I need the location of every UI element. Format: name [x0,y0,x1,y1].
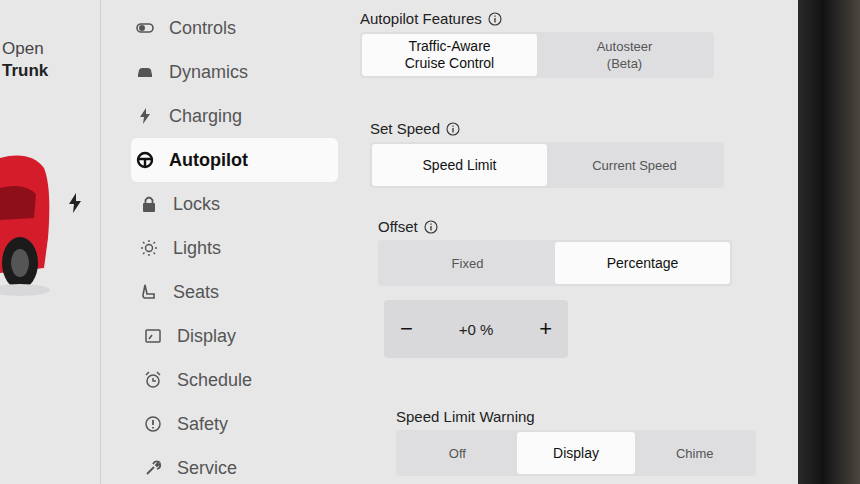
segmented-control: Speed LimitCurrent Speed [370,142,724,188]
offset-value: +0 % [459,321,494,338]
sidebar-item[interactable]: Seats [131,270,338,314]
segmented-control: FixedPercentage [378,240,732,286]
sidebar-label: Schedule [177,370,252,391]
display-icon [143,326,163,346]
sidebar-label: Lights [173,238,221,259]
sun-icon [139,238,159,258]
decrease-button[interactable]: − [394,316,419,342]
setting-section: Autopilot Features Traffic-AwareCruise Co… [360,10,778,78]
sidebar-label: Service [177,458,237,479]
bolt-icon [135,106,155,126]
segmented-control: Traffic-AwareCruise ControlAutosteer(Bet… [360,32,714,78]
car-icon [135,62,155,82]
segment-option[interactable]: Off [398,432,517,474]
sidebar: Controls Dynamics Charging Autopilot Locks Li… [100,0,346,484]
segment-option[interactable]: Fixed [380,242,555,284]
sidebar-item[interactable]: Controls [131,6,338,50]
sidebar-label: Seats [173,282,219,303]
trunk-label: Open [2,38,100,60]
segment-option[interactable]: Chime [635,432,754,474]
sidebar-item[interactable]: Charging [131,94,338,138]
setting-title: Speed Limit Warning [396,408,778,425]
sidebar-label: Controls [169,18,236,39]
seat-icon [139,282,159,302]
segment-option[interactable]: Traffic-AwareCruise Control [362,34,537,76]
sidebar-label: Autopilot [169,150,248,171]
open-trunk-button[interactable]: OpenTrunk [0,38,100,82]
sidebar-item[interactable]: Service [131,446,338,484]
info-icon[interactable] [446,122,460,136]
setting-title: Autopilot Features [360,10,778,27]
sidebar-item[interactable]: Dynamics [131,50,338,94]
car-icon [0,148,52,298]
segment-option[interactable]: Current Speed [547,144,722,186]
segment-option[interactable]: Percentage [555,242,730,284]
setting-section: − +0 % + [360,300,778,358]
segment-option[interactable]: Autosteer(Beta) [537,34,712,76]
autopilot-settings: Autopilot Features Traffic-AwareCruise Co… [346,0,798,484]
increase-button[interactable]: + [533,316,558,342]
trunk-label: Trunk [2,60,100,82]
setting-title: Offset [378,218,778,235]
sidebar-item[interactable]: Display [131,314,338,358]
lock-icon [139,194,159,214]
sidebar-item[interactable]: Autopilot [131,138,338,182]
setting-section: Set Speed Speed LimitCurrent Speed [360,120,778,188]
settings-screen: OpenTrunk Controls Dynamics Charging Autopil… [0,0,860,484]
sidebar-label: Display [177,326,236,347]
sidebar-item[interactable]: Schedule [131,358,338,402]
wheel-icon [135,150,155,170]
segment-option[interactable]: Display [517,432,636,474]
sidebar-item[interactable]: Lights [131,226,338,270]
info-icon[interactable] [424,220,438,234]
screen-bezel [798,0,860,484]
info-icon [143,414,163,434]
sidebar-item[interactable]: Locks [131,182,338,226]
segmented-control: OffDisplayChime [396,430,756,476]
car-panel: OpenTrunk [0,0,100,484]
sidebar-item[interactable]: Safety [131,402,338,446]
setting-title: Set Speed [370,120,778,137]
toggle-icon [135,18,155,38]
charging-bolt-icon [68,193,82,213]
sidebar-label: Safety [177,414,228,435]
wrench-icon [143,458,163,478]
sidebar-label: Dynamics [169,62,248,83]
sidebar-label: Locks [173,194,220,215]
setting-section: Offset FixedPercentage [360,218,778,286]
info-icon[interactable] [488,12,502,26]
segment-option[interactable]: Speed Limit [372,144,547,186]
clock-icon [143,370,163,390]
offset-stepper: − +0 % + [384,300,568,358]
setting-section: Speed Limit Warning OffDisplayChime [360,408,778,476]
sidebar-label: Charging [169,106,242,127]
